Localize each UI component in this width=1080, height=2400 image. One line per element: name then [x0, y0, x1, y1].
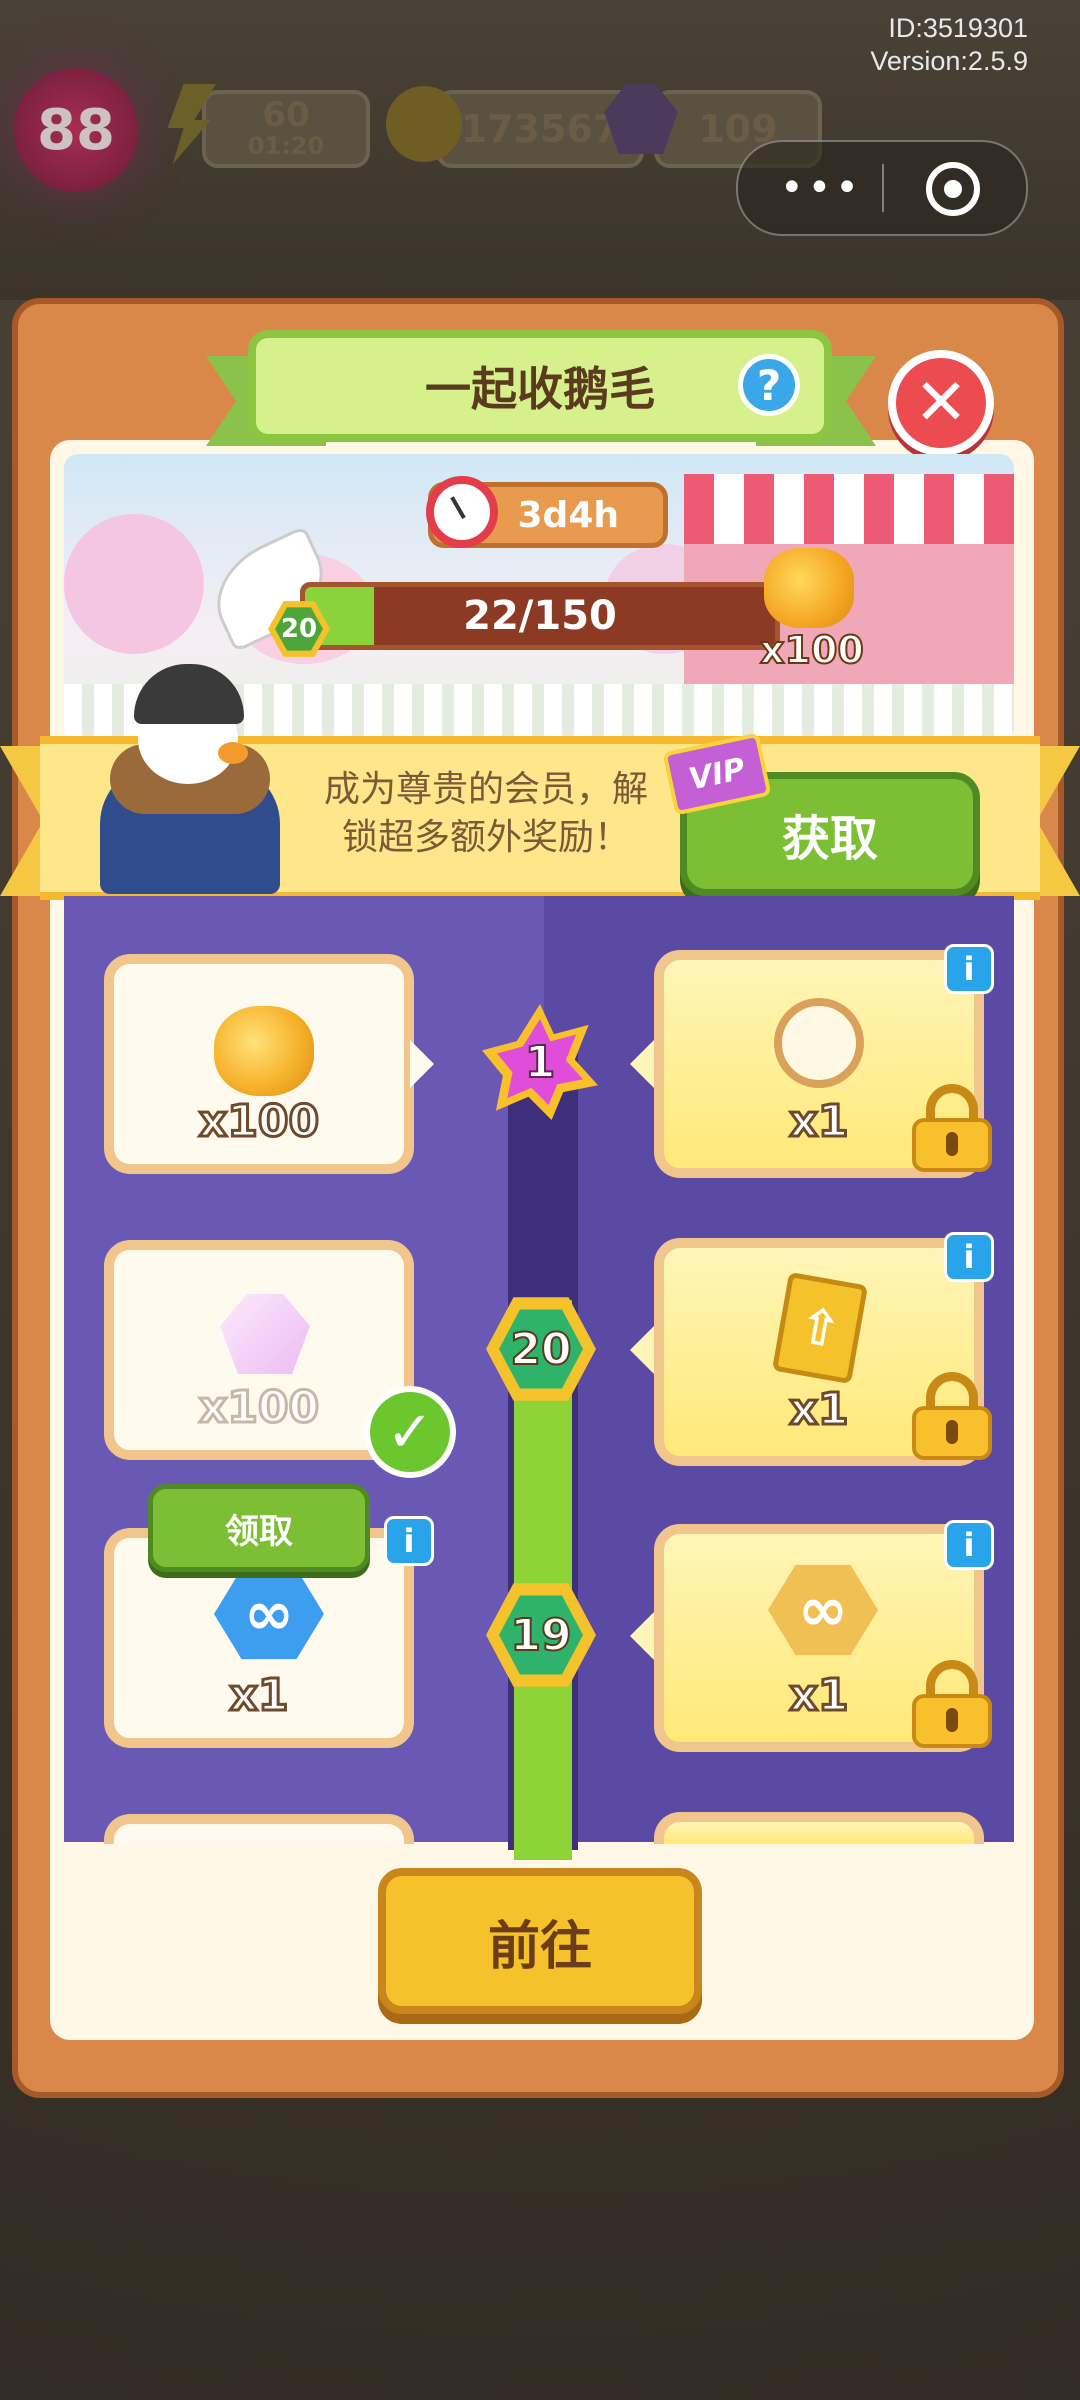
claim-button[interactable]: 领取 [148, 1484, 370, 1572]
premium-reward-card-next [654, 1812, 984, 1844]
help-button[interactable]: ? [738, 354, 800, 416]
card-pointer [630, 1040, 654, 1088]
energy-resource: 60 01:20 [162, 84, 370, 168]
milestone-reward-amount: x100 [759, 627, 865, 673]
goose-mascot [100, 664, 280, 894]
goose-beak [218, 742, 248, 764]
goto-button[interactable]: 前往 [378, 1868, 702, 2014]
level-node-value: 19 [499, 1595, 583, 1675]
coins-value: 173567 [460, 107, 620, 151]
miniprogram-capsule: ••• [736, 140, 1028, 236]
vip-promo-line1: 成为尊贵的会员，解 [323, 769, 648, 810]
info-icon[interactable]: i [384, 1516, 434, 1566]
arrow-card-icon: ⇧ [771, 1271, 869, 1385]
lock-icon [912, 1660, 992, 1748]
progress-text: 22/150 [463, 593, 617, 639]
gems-icon [220, 1294, 310, 1374]
shop-awning-illustration [684, 474, 1014, 544]
stopwatch-icon [774, 998, 864, 1088]
lock-keyhole [946, 1708, 958, 1732]
energy-box: 60 01:20 [202, 90, 370, 168]
build-info: ID:3519301 Version:2.5.9 [870, 12, 1028, 78]
clock-icon [426, 476, 498, 548]
event-timer-text: 3d4h [517, 494, 620, 536]
lock-icon [912, 1372, 992, 1460]
free-reward-card-next [104, 1814, 414, 1844]
infinity-gold-icon: ∞ [768, 1564, 878, 1656]
dialog-title: 一起收鹅毛 [425, 362, 655, 416]
capsule-divider [882, 164, 884, 212]
player-level-badge: 88 [14, 68, 138, 192]
energy-value: 60 [262, 95, 310, 135]
close-button[interactable]: ✕ [888, 350, 994, 456]
free-reward-amount: x1 [228, 1669, 290, 1723]
info-icon[interactable]: i [944, 1520, 994, 1570]
info-icon[interactable]: i [944, 1232, 994, 1282]
free-reward-amount: x100 [197, 1095, 320, 1149]
free-reward-card-1[interactable]: x100 [104, 954, 414, 1174]
coin-icon [386, 86, 462, 162]
pink-tree-illustration [64, 514, 204, 654]
card-pointer [410, 1040, 434, 1088]
close-miniprogram-icon[interactable] [926, 162, 980, 216]
coins-icon [214, 1006, 314, 1096]
lock-keyhole [946, 1132, 958, 1156]
version-label: Version:2.5.9 [870, 46, 1028, 76]
vip-promo-text: 成为尊贵的会员，解 锁超多额外奖励！ [296, 766, 676, 862]
milestone-coins-icon [764, 548, 854, 628]
current-level-value: 20 [275, 607, 323, 651]
vip-promo-line2: 锁超多额外奖励！ [341, 817, 630, 858]
goose-hat [134, 664, 244, 724]
claimed-check-icon: ✓ [364, 1386, 456, 1478]
info-icon[interactable]: i [944, 944, 994, 994]
card-pointer [630, 1612, 654, 1660]
lock-keyhole [946, 1420, 958, 1444]
level-node-value: 20 [499, 1309, 583, 1389]
lock-icon [912, 1084, 992, 1172]
infinity-blue-icon: ∞ [214, 1568, 324, 1660]
energy-timer: 01:20 [247, 132, 325, 160]
card-pointer [630, 1326, 654, 1374]
free-reward-amount: x100 [197, 1381, 320, 1435]
more-menu-icon[interactable]: ••• [780, 168, 863, 208]
player-id: ID:3519301 [888, 13, 1028, 43]
